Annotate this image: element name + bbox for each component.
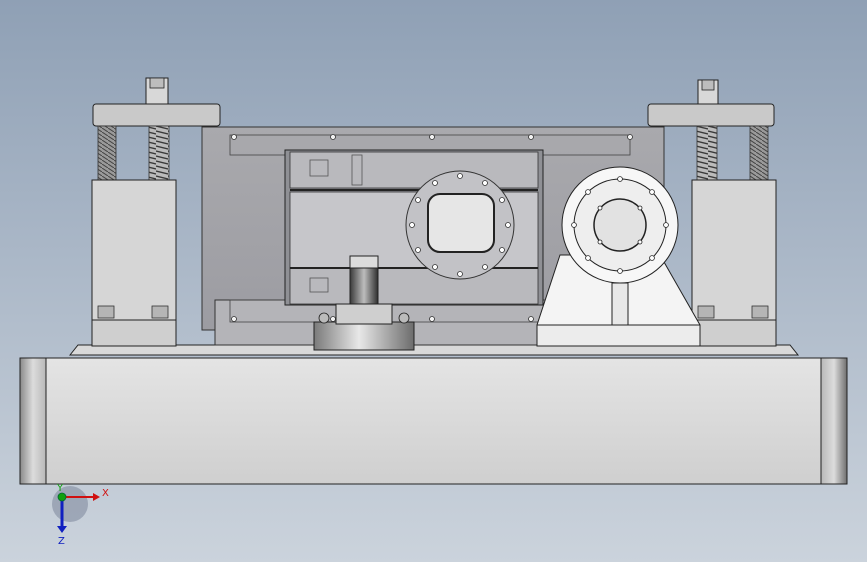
bolted-flange (405, 170, 515, 280)
cad-viewport[interactable]: X Y Z (0, 0, 867, 562)
z-axis-arrowhead (57, 526, 67, 533)
clamp-bar-left (92, 77, 221, 127)
clamp-bar-right (647, 79, 775, 127)
guide-rod-right (749, 125, 769, 183)
spring-right (696, 125, 718, 183)
x-axis-label: X (102, 488, 109, 499)
y-axis-label: Y (56, 483, 64, 494)
coordinate-triad[interactable]: X Y Z (52, 483, 109, 547)
side-block-right (691, 179, 777, 347)
z-axis-label: Z (58, 536, 65, 547)
side-block-left (91, 179, 177, 347)
guide-rod-left (97, 125, 117, 183)
y-axis-dot (57, 492, 67, 502)
x-axis-arrowhead (93, 493, 100, 501)
base-plate (19, 344, 848, 485)
spring-left (148, 125, 170, 183)
